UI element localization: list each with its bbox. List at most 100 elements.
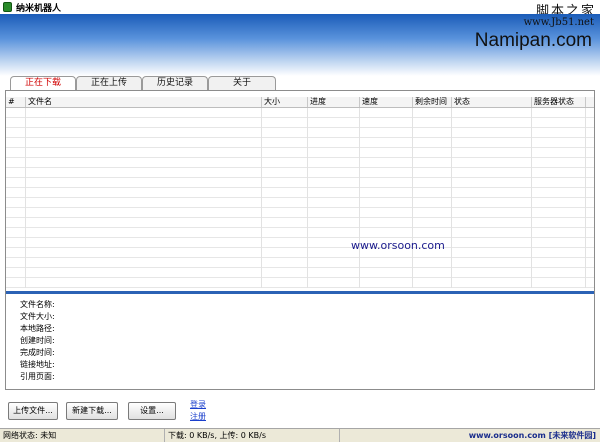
table-cell bbox=[308, 128, 360, 138]
table-row bbox=[6, 228, 594, 238]
column-header-progress[interactable]: 进度 bbox=[308, 97, 360, 107]
table-cell bbox=[26, 178, 262, 188]
table-cell bbox=[26, 148, 262, 158]
table-row bbox=[6, 248, 594, 258]
detail-label-referer: 引用页面: bbox=[20, 372, 55, 381]
table-cell bbox=[26, 238, 262, 248]
upload-file-button[interactable]: 上传文件... bbox=[8, 402, 58, 420]
table-cell bbox=[308, 278, 360, 288]
table-cell bbox=[452, 188, 532, 198]
table-cell bbox=[308, 218, 360, 228]
table-cell bbox=[308, 208, 360, 218]
table-row bbox=[6, 108, 594, 118]
table-cell bbox=[452, 148, 532, 158]
table-cell bbox=[413, 168, 452, 178]
table-cell bbox=[6, 128, 26, 138]
table-cell bbox=[6, 258, 26, 268]
column-header-index[interactable]: # bbox=[6, 97, 26, 107]
panel-divider[interactable] bbox=[6, 291, 594, 294]
table-cell bbox=[532, 238, 586, 248]
column-header-status[interactable]: 状态 bbox=[452, 97, 532, 107]
table-cell bbox=[6, 148, 26, 158]
app-icon bbox=[3, 2, 12, 12]
table-row bbox=[6, 178, 594, 188]
table-cell bbox=[413, 208, 452, 218]
table-cell bbox=[532, 158, 586, 168]
settings-button[interactable]: 设置... bbox=[128, 402, 176, 420]
table-cell bbox=[452, 138, 532, 148]
table-cell bbox=[452, 168, 532, 178]
table-cell bbox=[360, 278, 413, 288]
table-cell bbox=[262, 198, 308, 208]
table-cell bbox=[308, 108, 360, 118]
table-cell bbox=[452, 228, 532, 238]
table-cell bbox=[26, 158, 262, 168]
tab-history[interactable]: 历史记录 bbox=[142, 76, 209, 90]
table-cell bbox=[26, 168, 262, 178]
table-row bbox=[6, 218, 594, 228]
table-cell bbox=[532, 128, 586, 138]
table-cell bbox=[26, 258, 262, 268]
table-cell bbox=[6, 118, 26, 128]
table-row bbox=[6, 138, 594, 148]
table-cell bbox=[262, 178, 308, 188]
detail-label-localpath: 本地路径: bbox=[20, 324, 55, 333]
table-cell bbox=[360, 108, 413, 118]
table-cell bbox=[360, 198, 413, 208]
table-cell bbox=[360, 228, 413, 238]
table-cell bbox=[308, 228, 360, 238]
table-cell bbox=[532, 248, 586, 258]
table-cell bbox=[360, 208, 413, 218]
window-title: 纳米机器人 bbox=[16, 3, 62, 14]
table-cell bbox=[6, 188, 26, 198]
table-cell bbox=[308, 268, 360, 278]
table-cell bbox=[360, 128, 413, 138]
download-list[interactable] bbox=[6, 108, 594, 290]
register-link[interactable]: 注册 bbox=[190, 411, 206, 422]
tab-downloading[interactable]: 正在下载 bbox=[10, 76, 77, 90]
site-credit: www.orsoon.com [未来软件园] bbox=[468, 431, 596, 440]
login-link[interactable]: 登录 bbox=[190, 399, 206, 410]
table-cell bbox=[360, 178, 413, 188]
table-cell bbox=[532, 188, 586, 198]
table-cell bbox=[413, 228, 452, 238]
detail-label-link: 链接地址: bbox=[20, 360, 55, 369]
table-row bbox=[6, 148, 594, 158]
column-header-size[interactable]: 大小 bbox=[262, 97, 308, 107]
new-download-button[interactable]: 新建下载... bbox=[66, 402, 118, 420]
detail-label-filesize: 文件大小: bbox=[20, 312, 55, 321]
table-row bbox=[6, 128, 594, 138]
table-cell bbox=[413, 188, 452, 198]
table-cell bbox=[452, 108, 532, 118]
column-header-server-status[interactable]: 服务器状态 bbox=[532, 97, 586, 107]
table-cell bbox=[413, 108, 452, 118]
table-cell bbox=[26, 248, 262, 258]
table-cell bbox=[360, 148, 413, 158]
tab-about[interactable]: 关于 bbox=[208, 76, 277, 90]
table-row bbox=[6, 258, 594, 268]
table-cell bbox=[532, 268, 586, 278]
table-cell bbox=[26, 228, 262, 238]
column-header-speed[interactable]: 速度 bbox=[360, 97, 413, 107]
table-cell bbox=[6, 158, 26, 168]
table-cell bbox=[262, 128, 308, 138]
brand-label: Namipan.com bbox=[474, 30, 592, 51]
download-panel: # 文件名 大小 进度 速度 剩余时间 状态 服务器状态 www.orsoon.… bbox=[5, 90, 595, 390]
table-cell bbox=[532, 228, 586, 238]
transfer-speed: 下载: 0 KB/s, 上传: 0 KB/s bbox=[165, 429, 340, 442]
table-cell bbox=[262, 158, 308, 168]
table-cell bbox=[6, 228, 26, 238]
table-cell bbox=[308, 168, 360, 178]
column-header-remaining[interactable]: 剩余时间 bbox=[413, 97, 452, 107]
table-cell bbox=[360, 118, 413, 128]
column-header-filename[interactable]: 文件名 bbox=[26, 97, 262, 107]
tab-uploading[interactable]: 正在上传 bbox=[76, 76, 143, 90]
table-cell bbox=[26, 208, 262, 218]
table-cell bbox=[413, 158, 452, 168]
table-row bbox=[6, 238, 594, 248]
table-cell bbox=[532, 208, 586, 218]
table-cell bbox=[360, 158, 413, 168]
table-cell bbox=[308, 188, 360, 198]
table-cell bbox=[6, 138, 26, 148]
table-cell bbox=[360, 218, 413, 228]
